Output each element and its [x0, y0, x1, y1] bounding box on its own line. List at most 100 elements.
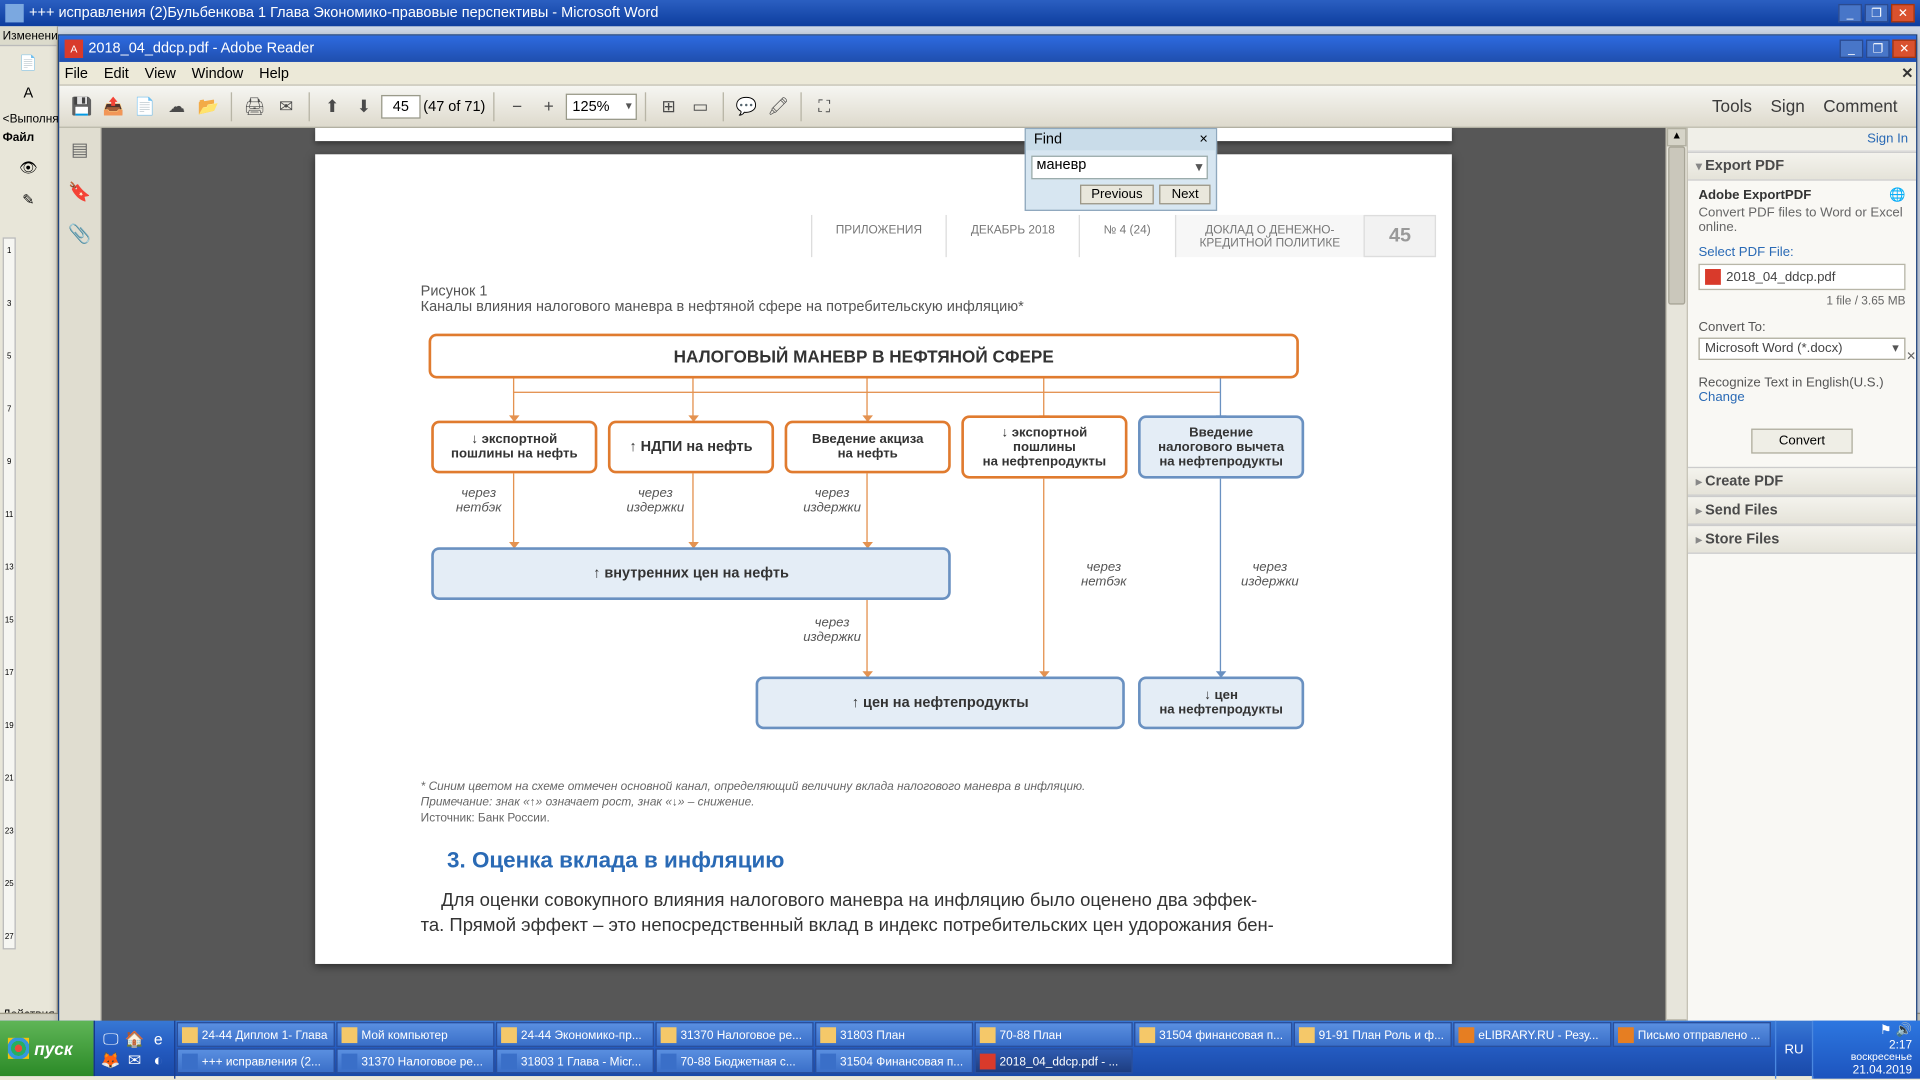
- task-button[interactable]: 91-91 План Роль и ф...: [1294, 1022, 1452, 1047]
- task-button[interactable]: 31370 Налоговое ре...: [336, 1048, 494, 1073]
- find-close-icon[interactable]: ×: [1199, 132, 1207, 148]
- page-down-icon[interactable]: ⬇: [349, 92, 378, 121]
- sign-button[interactable]: Sign: [1770, 96, 1804, 116]
- footnote: * Синим цветом на схеме отмечен основной…: [421, 779, 1347, 792]
- diagram: НАЛОГОВЫЙ МАНЕВР В НЕФТЯНОЙ СФЕРЕ ↓ эксп…: [421, 334, 1347, 769]
- create-pdf-icon[interactable]: 📄: [131, 92, 160, 121]
- task-button[interactable]: Письмо отправлено ...: [1613, 1022, 1771, 1047]
- ql-ie-icon[interactable]: e: [148, 1029, 169, 1050]
- ql-firefox-icon[interactable]: 🦊: [100, 1050, 121, 1071]
- bookmarks-icon[interactable]: 🔖: [67, 178, 93, 204]
- tools-button[interactable]: Tools: [1712, 96, 1752, 116]
- task-button[interactable]: 31803 План: [815, 1022, 973, 1047]
- close-doc-button[interactable]: ✕: [1901, 65, 1913, 82]
- export-icon[interactable]: 📤: [99, 92, 128, 121]
- task-button[interactable]: 70-88 Бюджетная с...: [655, 1048, 813, 1073]
- system-tray[interactable]: ⚑🔊 2:17 воскресенье 21.04.2019: [1812, 1021, 1920, 1079]
- pane-item[interactable]: Файл: [0, 128, 57, 146]
- find-previous-button[interactable]: Previous: [1079, 185, 1154, 205]
- sign-in-link[interactable]: Sign In: [1688, 128, 1916, 152]
- new-doc-icon[interactable]: 📄: [13, 51, 45, 72]
- eye-icon[interactable]: 👁: [13, 157, 45, 178]
- comment-icon[interactable]: 💬: [732, 92, 761, 121]
- reader-restore-button[interactable]: ❐: [1866, 40, 1890, 58]
- fit-width-icon[interactable]: ⊞: [654, 92, 683, 121]
- task-button[interactable]: 31504 Финансовая п...: [815, 1048, 973, 1073]
- find-next-button[interactable]: Next: [1160, 185, 1211, 205]
- menu-file[interactable]: File: [65, 65, 88, 81]
- print-icon[interactable]: 🖨: [240, 92, 269, 121]
- scroll-up-button[interactable]: ▲: [1667, 128, 1687, 146]
- vertical-scrollbar[interactable]: ▲ ▼: [1665, 128, 1686, 1038]
- pdf-page: ПРИЛОЖЕНИЯ ДЕКАБРЬ 2018 № 4 (24) ДОКЛАД …: [315, 154, 1452, 963]
- reader-minimize-button[interactable]: _: [1840, 40, 1864, 58]
- start-button[interactable]: пуск: [0, 1021, 95, 1076]
- tray-icon[interactable]: ⚑: [1880, 1023, 1892, 1038]
- reader-close-button[interactable]: ✕: [1892, 40, 1916, 58]
- convert-format-select[interactable]: Microsoft Word (*.docx): [1698, 338, 1905, 360]
- lang-indicator[interactable]: RU: [1775, 1021, 1812, 1079]
- panel-send-files[interactable]: Send Files: [1688, 496, 1916, 525]
- close-button[interactable]: ✕: [1891, 4, 1915, 22]
- figure-number: Рисунок 1: [421, 284, 1347, 300]
- minimize-button[interactable]: _: [1838, 4, 1862, 22]
- menu-window[interactable]: Window: [192, 65, 244, 81]
- scroll-thumb[interactable]: [1668, 146, 1685, 304]
- find-input[interactable]: маневр: [1031, 156, 1208, 180]
- zoom-select[interactable]: 125%: [566, 93, 637, 119]
- page-up-icon[interactable]: ⬆: [318, 92, 347, 121]
- open-icon[interactable]: 📂: [194, 92, 223, 121]
- menu-view[interactable]: View: [145, 65, 176, 81]
- page-total: (47 of 71): [423, 98, 485, 114]
- zoom-in-icon[interactable]: +: [534, 92, 563, 121]
- panel-create-pdf[interactable]: Create PDF: [1688, 467, 1916, 496]
- ql-mail-icon[interactable]: ✉: [124, 1050, 145, 1071]
- restore-button[interactable]: ❐: [1865, 4, 1889, 22]
- page-input[interactable]: [381, 94, 421, 118]
- task-button[interactable]: 24-44 Диплом 1- Глава: [177, 1022, 335, 1047]
- task-button[interactable]: 2018_04_ddcp.pdf - ...: [975, 1048, 1133, 1073]
- document-area[interactable]: ПРИЛОЖЕНИЯ ДЕКАБРЬ 2018 № 4 (24) ДОКЛАД …: [102, 128, 1666, 1038]
- highlight-icon[interactable]: 🖍: [764, 92, 793, 121]
- convert-button[interactable]: Convert: [1751, 429, 1853, 454]
- save-icon[interactable]: 💾: [67, 92, 96, 121]
- selected-file[interactable]: 2018_04_ddcp.pdf: [1698, 264, 1905, 290]
- ql-other-icon[interactable]: ◐: [148, 1050, 169, 1071]
- footnote: Примечание: знак «↑» означает рост, знак…: [421, 795, 1347, 808]
- taskbar: пуск 🖵 🏠 e 🦊 ✉ ◐ 24-44 Диплом 1- ГлаваМо…: [0, 1021, 1920, 1076]
- task-button[interactable]: 31370 Налоговое ре...: [655, 1022, 813, 1047]
- diagram-box-np-price-down: ↓ ценна нефтепродукты: [1138, 676, 1304, 729]
- task-button[interactable]: +++ исправления (2...: [177, 1048, 335, 1073]
- change-link[interactable]: Change: [1698, 390, 1905, 405]
- pane-item[interactable]: <Выполня: [0, 109, 57, 127]
- font-icon[interactable]: A: [13, 83, 45, 104]
- read-mode-icon[interactable]: ⛶: [810, 92, 839, 121]
- email-icon[interactable]: ✉: [272, 92, 301, 121]
- menu-help[interactable]: Help: [259, 65, 289, 81]
- zoom-out-icon[interactable]: −: [503, 92, 532, 121]
- task-button[interactable]: Мой компьютер: [336, 1022, 494, 1047]
- clock-date: 21.04.2019: [1853, 1063, 1912, 1076]
- attachments-icon[interactable]: 📎: [67, 220, 93, 246]
- tools-sidebar: Sign In Export PDF Adobe ExportPDF🌐 ▾ ✕ …: [1687, 128, 1916, 1038]
- task-button[interactable]: 70-88 План: [975, 1022, 1133, 1047]
- comment-button[interactable]: Comment: [1823, 96, 1897, 116]
- panel-export-pdf[interactable]: Export PDF: [1688, 152, 1916, 181]
- panel-store-files[interactable]: Store Files: [1688, 525, 1916, 554]
- windows-logo-icon: [8, 1038, 29, 1059]
- thumbnails-icon[interactable]: ▤: [67, 136, 93, 162]
- task-button[interactable]: 31504 финансовая п...: [1134, 1022, 1292, 1047]
- task-button[interactable]: eLIBRARY.RU - Резу...: [1453, 1022, 1611, 1047]
- menu-edit[interactable]: Edit: [104, 65, 129, 81]
- task-button[interactable]: 31803 1 Глава - Micr...: [496, 1048, 654, 1073]
- task-button[interactable]: 24-44 Экономико-пр...: [496, 1022, 654, 1047]
- vertical-ruler: 13579111315171921232527: [3, 237, 16, 949]
- edit-icon[interactable]: ✎: [13, 189, 45, 210]
- ql-explorer-icon[interactable]: 🏠: [124, 1029, 145, 1050]
- fit-page-icon[interactable]: ▭: [686, 92, 715, 121]
- tray-icon[interactable]: 🔊: [1896, 1023, 1912, 1038]
- diagram-box-np-price-up: ↑ цен на нефтепродукты: [756, 676, 1125, 729]
- ql-desktop-icon[interactable]: 🖵: [100, 1029, 121, 1050]
- cloud-icon[interactable]: ☁: [162, 92, 191, 121]
- diagram-box-export-np: ↓ экспортнойпошлинына нефтепродукты: [961, 415, 1127, 478]
